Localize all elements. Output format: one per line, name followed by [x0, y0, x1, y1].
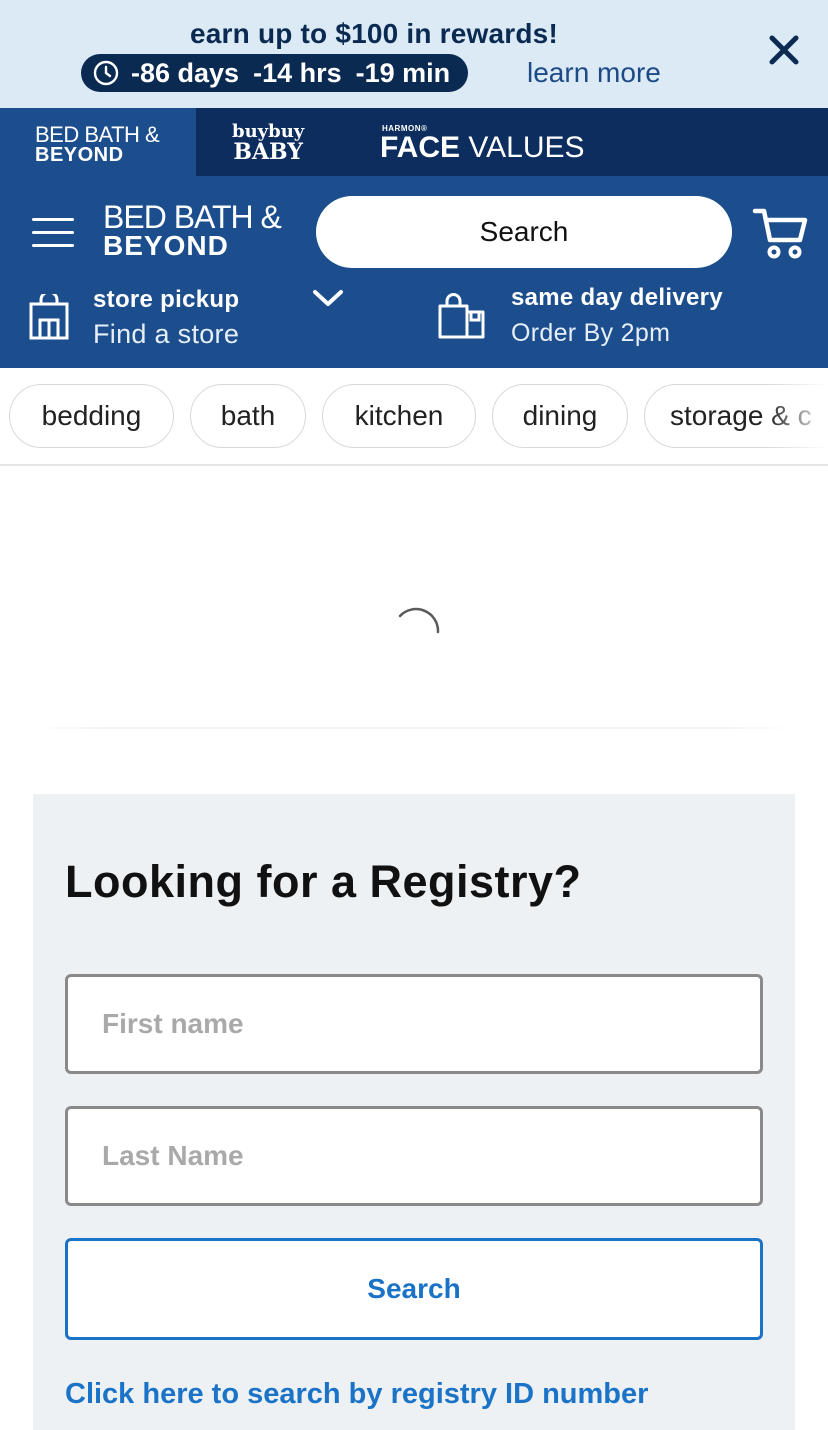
scroll-fade	[768, 368, 828, 464]
brand-bbb-line2: BEYOND	[35, 144, 124, 166]
site-logo[interactable]: BED BATH & BEYOND	[103, 199, 282, 261]
promo-banner: earn up to $100 in rewards! -86 days -14…	[0, 0, 828, 108]
store-icon	[29, 294, 69, 340]
category-chip-bath[interactable]: bath	[190, 384, 306, 448]
registry-search-button[interactable]: Search	[65, 1238, 763, 1340]
registry-title: Looking for a Registry?	[65, 856, 582, 907]
registry-id-search-link[interactable]: Click here to search by registry ID numb…	[65, 1378, 648, 1411]
learn-more-link[interactable]: learn more	[527, 57, 661, 89]
section-divider	[32, 727, 796, 729]
promo-title: earn up to $100 in rewards!	[190, 18, 558, 49]
logo-line1: BED BATH &	[103, 199, 282, 235]
countdown-hours: -14 hrs	[253, 57, 342, 88]
delivery-cutoff-text: Order By 2pm	[511, 319, 671, 347]
store-pickup-label[interactable]: store pickup	[93, 286, 239, 314]
last-name-field[interactable]	[65, 1106, 763, 1206]
menu-icon[interactable]	[32, 218, 74, 250]
first-name-field[interactable]	[65, 974, 763, 1074]
category-chip-kitchen[interactable]: kitchen	[322, 384, 476, 448]
countdown-timer: -86 days -14 hrs -19 min	[81, 54, 469, 92]
registry-search-panel: Looking for a Registry? Search Click her…	[33, 794, 795, 1430]
chevron-down-icon[interactable]	[312, 288, 344, 308]
shopping-bag-icon	[438, 293, 485, 339]
logo-line2: BEYOND	[103, 230, 229, 261]
close-icon[interactable]	[764, 30, 804, 70]
brand-tab-face-values[interactable]: HARMON® FACE VALUES	[380, 124, 585, 163]
brand-baby-line2: BABY	[233, 139, 303, 165]
countdown-days: -86 days	[131, 57, 240, 88]
search-input[interactable]: Search	[316, 196, 732, 268]
loading-spinner-icon	[398, 607, 440, 634]
brand-fv-light: VALUES	[468, 131, 585, 164]
brand-tab-buybuy-baby[interactable]: buybuy BABY	[232, 122, 304, 165]
find-store-link[interactable]: Find a store	[93, 319, 239, 350]
cart-icon[interactable]	[752, 206, 808, 260]
brand-fv-bold: FACE	[380, 131, 461, 164]
countdown-minutes: -19 min	[355, 57, 451, 88]
same-day-delivery-label[interactable]: same day delivery	[511, 284, 723, 312]
brand-tab-bed-bath-beyond[interactable]: BED BATH & BEYOND	[0, 108, 196, 176]
clock-icon	[93, 60, 119, 86]
category-chip-bedding[interactable]: bedding	[9, 384, 174, 448]
category-nav: bedding bath kitchen dining storage & c	[0, 368, 828, 466]
category-chip-dining[interactable]: dining	[492, 384, 628, 448]
site-header: BED BATH & BEYOND Search store pickup Fi…	[0, 176, 828, 368]
brand-switcher: BED BATH & BEYOND buybuy BABY HARMON® FA…	[0, 108, 828, 176]
